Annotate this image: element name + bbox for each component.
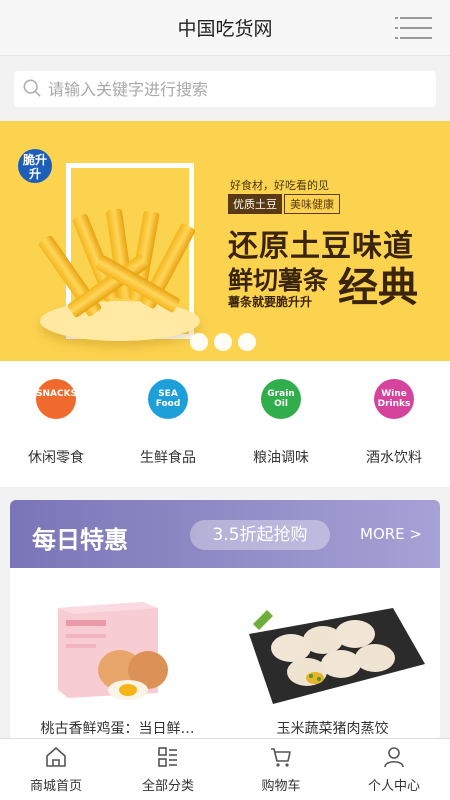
app-root: 中国吃货网 脆升升 好食材，好吃看的见 优质土豆 美味健康 还原土豆 <box>0 0 450 800</box>
banner-highlight: 经典 <box>338 265 418 311</box>
page-title: 中国吃货网 <box>177 18 273 40</box>
category-item-seafood[interactable]: SEA Food 生鲜食品 <box>112 379 224 479</box>
daily-deals-section: 每日特惠 3.5折起抢购 MORE > 桃古香鲜鸡蛋：当日鲜… 玉米蔬菜猪肉蒸饺 <box>10 500 440 740</box>
search-bar <box>0 57 450 121</box>
seafood-icon: SEA Food <box>148 379 188 419</box>
product-card-dumplings[interactable]: 玉米蔬菜猪肉蒸饺 <box>225 568 440 740</box>
tab-cart[interactable]: 购物车 <box>225 739 337 800</box>
home-icon <box>46 747 66 767</box>
wine-drinks-icon: Wine Drinks <box>374 379 414 419</box>
tab-label: 购物车 <box>261 779 301 794</box>
snacks-icon: SNACKS <box>36 379 77 419</box>
banner-subheadline: 鲜切薯条 <box>228 266 329 295</box>
category-item-snacks[interactable]: SNACKS 休闲零食 <box>0 379 112 479</box>
tab-categories[interactable]: 全部分类 <box>112 739 224 800</box>
category-label: 休闲零食 <box>28 450 84 466</box>
grain-oil-icon: Grain Oil <box>261 379 301 419</box>
banner-tag-secondary: 美味健康 <box>284 194 340 214</box>
search-input[interactable] <box>48 71 428 107</box>
category-grid: SNACKS 休闲零食 SEA Food 生鲜食品 Grain Oil 粮油调味… <box>0 361 450 487</box>
banner-tagline: 好食材，好吃看的见 <box>230 179 329 192</box>
brand-logo: 脆升升 <box>18 149 52 183</box>
tab-profile[interactable]: 个人中心 <box>338 739 450 800</box>
egg-box-image <box>58 602 168 700</box>
category-label: 酒水饮料 <box>366 450 422 466</box>
category-icon <box>158 747 177 767</box>
carousel-dot[interactable] <box>190 333 208 351</box>
header-bar: 中国吃货网 <box>0 0 450 56</box>
tab-label: 商城首页 <box>29 779 82 794</box>
tab-label: 个人中心 <box>367 779 420 794</box>
category-label: 粮油调味 <box>253 450 309 466</box>
carousel-dot[interactable] <box>214 333 232 351</box>
daily-deals-title: 每日特惠 <box>32 526 128 554</box>
promo-banner[interactable]: 脆升升 好食材，好吃看的见 优质土豆 美味健康 还原土豆味道 鲜切薯条 经典 薯… <box>0 121 450 361</box>
tab-label: 全部分类 <box>141 779 194 794</box>
banner-tag-primary: 优质土豆 <box>228 194 282 214</box>
hamburger-menu-icon[interactable] <box>395 16 432 40</box>
bottom-tab-bar: 商城首页 全部分类 购物车 个人中心 <box>0 738 450 800</box>
product-card-eggs[interactable]: 桃古香鲜鸡蛋：当日鲜… <box>10 568 225 740</box>
banner-slogan: 薯条就要脆升升 <box>228 295 313 309</box>
search-icon <box>23 79 41 97</box>
carousel-dot[interactable] <box>238 333 256 351</box>
product-name: 桃古香鲜鸡蛋：当日鲜… <box>40 721 195 737</box>
carousel-dots <box>190 333 260 351</box>
cart-icon <box>271 748 291 767</box>
category-item-wine-drinks[interactable]: Wine Drinks 酒水饮料 <box>338 379 450 479</box>
discount-badge: 3.5折起抢购 <box>190 520 330 550</box>
category-label: 生鲜食品 <box>140 450 196 466</box>
more-link[interactable]: MORE > <box>360 525 422 543</box>
tab-home[interactable]: 商城首页 <box>0 739 112 800</box>
category-item-grain-oil[interactable]: Grain Oil 粮油调味 <box>225 379 337 479</box>
product-name: 玉米蔬菜猪肉蒸饺 <box>276 721 389 737</box>
search-box[interactable] <box>14 71 436 107</box>
daily-deals-header: 每日特惠 3.5折起抢购 MORE > <box>10 500 440 568</box>
dumplings-image <box>249 608 425 704</box>
user-icon <box>384 747 404 768</box>
